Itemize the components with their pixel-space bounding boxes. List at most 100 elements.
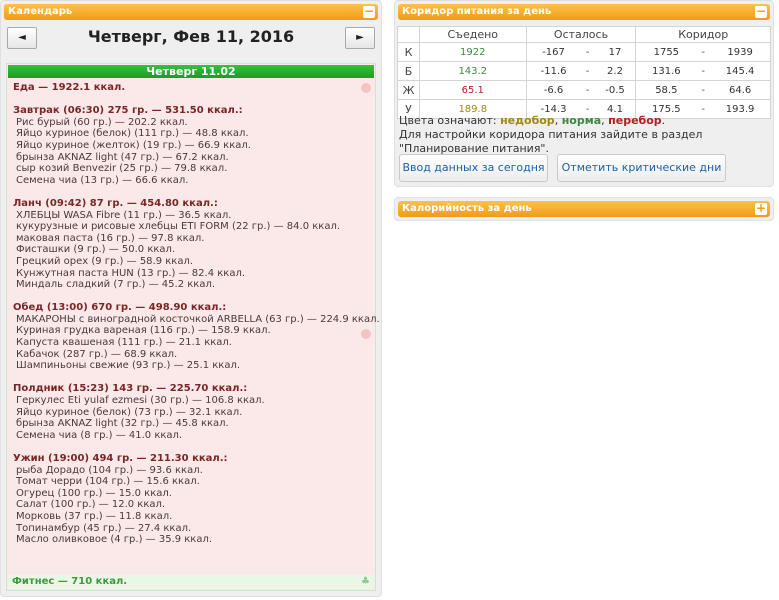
calendar-title: Календарь — [8, 6, 73, 17]
row-label: Ж — [397, 80, 420, 100]
eaten-value: 65.1 — [419, 80, 527, 100]
food-item[interactable]: Геркулес Eti yulaf ezmesi (30 гр.) — 106… — [13, 395, 375, 407]
food-item[interactable]: Рис бурый (60 гр.) — 202.2 ккал. — [13, 117, 375, 129]
corridor-max: 1939 — [710, 42, 772, 62]
meal-spacer — [13, 186, 375, 198]
table-corner — [397, 26, 420, 43]
food-item[interactable]: ХЛЕБЦЫ WASA Fibre (11 гр.) — 36.5 ккал. — [13, 210, 375, 222]
food-item[interactable]: Морковь (37 гр.) — 11.8 ккал. — [13, 511, 375, 523]
food-item[interactable]: брынза AKNAZ light (47 гр.) — 67.2 ккал. — [13, 152, 375, 164]
eaten-value: 143.2 — [419, 61, 527, 81]
calendar-panel-header: Календарь − — [4, 4, 378, 20]
food-item[interactable]: рыба Дорадо (104 гр.) — 93.6 ккал. — [13, 465, 375, 477]
col-header-corridor: Коридор — [635, 26, 771, 43]
food-item[interactable]: Яйцо куриное (белок) (111 гр.) — 48.8 кк… — [13, 128, 375, 140]
apple-icon[interactable] — [361, 329, 371, 339]
food-total: Еда — 1922.1 ккал. — [13, 82, 126, 93]
calorie-panel-header[interactable]: Калорийность за день + — [398, 201, 770, 217]
food-item[interactable]: Топинамбур (45 гр.) — 27.4 ккал. — [13, 523, 375, 535]
food-item[interactable]: кукурузные и рисовые хлебцы ETI FORM (22… — [13, 221, 375, 233]
corridor-min: 131.6 — [635, 61, 697, 81]
row-label: К — [397, 42, 420, 62]
range-dash: - — [580, 42, 595, 62]
corridor-min: 1755 — [635, 42, 697, 62]
food-item[interactable]: Салат (100 гр.) — 12.0 ккал. — [13, 499, 375, 511]
corridor-max: 193.9 — [710, 99, 772, 119]
remaining-min: -6.6 — [525, 80, 581, 100]
day-header: Четверг 11.02 — [8, 65, 374, 78]
food-item[interactable]: сыр козий Benvezir (25 гр.) — 79.8 ккал. — [13, 163, 375, 175]
apple-icon[interactable] — [361, 83, 371, 93]
corridor-title: Коридор питания за день — [402, 6, 552, 17]
table-row: К 1922 -167-17 1755-1939 — [397, 42, 772, 62]
remaining-max: -0.5 — [594, 80, 637, 100]
food-item[interactable]: Кабачок (287 гр.) — 68.9 ккал. — [13, 349, 375, 361]
meal-header[interactable]: Полдник (15:23) 143 гр. — 225.70 ккал.: — [13, 383, 375, 395]
corridor-max: 64.6 — [710, 80, 772, 100]
food-item[interactable]: МАКАРОНЫ с виноградной косточкой ARBELLA… — [13, 314, 380, 326]
corridor-panel: Коридор питания за день − Съедено Остало… — [394, 0, 774, 187]
food-item[interactable]: Капуста квашеная (111 гр.) — 21.1 ккал. — [13, 337, 375, 349]
food-item[interactable]: Яйцо куриное (белок) (73 гр.) — 32.1 кка… — [13, 407, 375, 419]
food-item[interactable]: брынза AKNAZ light (32 гр.) — 45.8 ккал. — [13, 418, 375, 430]
table-row: Б 143.2 -11.6-2.2 131.6-145.4 — [397, 61, 772, 81]
food-item[interactable]: Семена чиа (8 гр.) — 41.0 ккал. — [13, 430, 375, 442]
food-item[interactable]: Грецкий орех (9 гр.) — 58.9 ккал. — [13, 256, 375, 268]
legend-over: перебор — [608, 114, 662, 127]
meal-header[interactable]: Ланч (09:42) 87 гр. — 454.80 ккал.: — [13, 198, 375, 210]
corridor-table: Съедено Осталось Коридор К 1922 -167-17 175… — [397, 26, 772, 119]
legend-comma: , — [554, 114, 559, 127]
legend-prefix: Цвета означают: — [399, 114, 497, 127]
food-item[interactable]: Шампиньоны свежие (93 гр.) — 25.1 ккал. — [13, 360, 375, 372]
food-item[interactable]: Яйцо куриное (желток) (19 гр.) — 66.9 кк… — [13, 140, 375, 152]
remaining-min: -167 — [525, 42, 581, 62]
current-date-title: Четверг, Фев 11, 2016 — [87, 27, 295, 46]
calorie-panel: Калорийность за день + — [394, 197, 774, 221]
food-item[interactable]: Миндаль сладкий (7 гр.) — 45.2 ккал. — [13, 279, 375, 291]
fitness-row: Фитнес — 710 ккал. ♣ — [8, 575, 374, 589]
fitness-total: Фитнес — 710 ккал. — [12, 576, 128, 587]
legend-norm: норма — [561, 114, 602, 127]
meal-spacer — [13, 372, 375, 384]
expand-icon[interactable]: + — [755, 202, 767, 215]
range-dash: - — [580, 61, 595, 81]
corridor-min: 58.5 — [635, 80, 697, 100]
critical-days-button[interactable]: Отметить критические дни — [557, 154, 726, 182]
meal-header[interactable]: Завтрак (06:30) 275 гр. — 531.50 ккал.: — [13, 105, 375, 117]
range-dash: - — [580, 80, 595, 100]
meal-spacer — [13, 291, 375, 303]
remaining-max: 17 — [594, 42, 637, 62]
range-dash: - — [696, 42, 711, 62]
enter-today-button[interactable]: Ввод данных за сегодня — [399, 154, 548, 182]
range-dash: - — [696, 80, 711, 100]
corridor-hint-line-1: Для настройки коридора питания зайдите в… — [399, 128, 703, 141]
table-header-row: Съедено Осталось Коридор — [397, 26, 771, 43]
range-dash: - — [696, 61, 711, 81]
food-item[interactable]: Томат черри (104 гр.) — 15.6 ккал. — [13, 476, 375, 488]
food-item[interactable]: Куриная грудка вареная (116 гр.) — 158.9… — [13, 325, 375, 337]
next-day-button[interactable]: ► — [345, 27, 375, 49]
food-item[interactable]: Семена чиа (13 гр.) — 66.6 ккал. — [13, 175, 375, 187]
remaining-min: -11.6 — [525, 61, 581, 81]
row-label: Б — [397, 61, 420, 81]
activity-icon: ♣ — [361, 576, 370, 587]
collapse-icon[interactable]: − — [755, 5, 767, 18]
food-item[interactable]: Масло оливковое (4 гр.) — 35.9 ккал. — [13, 534, 375, 546]
date-navigator: ◄ Четверг, Фев 11, 2016 ► — [1, 20, 381, 52]
table-row: Ж 65.1 -6.6- -0.5 58.5-64.6 — [397, 80, 772, 100]
collapse-icon[interactable]: − — [363, 5, 375, 18]
corridor-panel-header: Коридор питания за день − — [398, 4, 770, 20]
legend-end: . — [661, 114, 666, 127]
food-item[interactable]: Огурец (100 гр.) — 15.0 ккал. — [13, 488, 375, 500]
food-item[interactable]: Кунжутная паста HUN (13 гр.) — 82.4 ккал… — [13, 268, 375, 280]
food-item[interactable]: маковая паста (16 гр.) — 97.8 ккал. — [13, 233, 375, 245]
meal-header[interactable]: Ужин (19:00) 494 гр. — 211.30 ккал.: — [13, 453, 375, 465]
day-entries: Четверг 11.02 Еда — 1922.1 ккал. Завтрак… — [6, 63, 380, 591]
remaining-max: 2.2 — [594, 61, 637, 81]
meal-header[interactable]: Обед (13:00) 670 гр. — 498.90 ккал.: — [13, 302, 375, 314]
food-item[interactable]: Фисташки (9 гр.) — 50.0 ккал. — [13, 244, 375, 256]
colors-legend: Цвета означают: недобор, норма, перебор. — [399, 114, 665, 128]
col-header-eaten: Съедено — [419, 26, 527, 43]
calorie-title: Калорийность за день — [402, 203, 532, 214]
range-dash: - — [696, 99, 711, 119]
